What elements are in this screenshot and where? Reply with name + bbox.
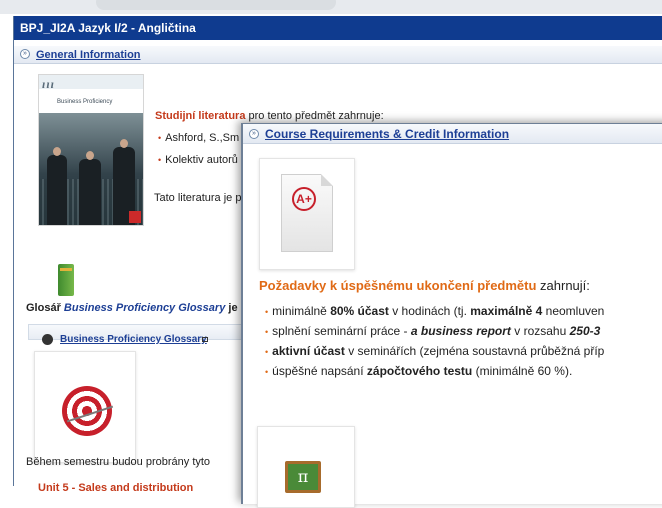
requirements-heading-rest: zahrnují: [536,278,590,293]
bullet-icon: • [265,367,269,377]
book-person-head [53,147,61,156]
globe-icon [42,334,53,345]
requirement-emphasis: maximálně 4 [470,304,543,318]
requirement-text: splnění seminární práce - [272,324,411,338]
requirement-item: • minimálně 80% účast v hodinách (tj. max… [265,304,604,318]
green-book-icon [58,264,74,296]
requirement-item: • splnění seminární práce - a business re… [265,324,600,338]
book-cover-image: ııı Business Proficiency [38,74,144,226]
grade-a-plus-icon: A+ [292,187,316,211]
collapse-icon[interactable]: » [249,129,259,139]
book-person-head [120,139,128,148]
book-person [47,155,67,225]
requirement-text: úspěšné napsání [272,364,367,378]
requirement-emphasis: 250-3 [569,324,601,338]
course-requirements-link[interactable]: Course Requirements & Credit Information [265,127,509,141]
glossary-prefix: Glosář [26,302,64,314]
collapse-icon[interactable]: » [20,49,30,59]
requirement-item: • aktivní účast v seminářích (zejména sou… [265,344,604,358]
target-icon [62,386,112,436]
requirement-emphasis: a business report [410,324,511,338]
requirement-text: minimálně [272,304,331,318]
external-link-icon[interactable] [202,337,208,342]
document-icon: A+ [281,174,333,252]
book-title: Business Proficiency [57,99,113,105]
glossary-sentence: Glosář Business Proficiency Glossary je [26,302,238,314]
requirement-text: neomluven [542,304,605,318]
bullet-icon: • [265,307,269,317]
bullet-icon: • [158,133,162,143]
glossary-name: Business Proficiency Glossary [63,302,226,314]
background-window-strip [0,0,662,14]
study-literature-intro: Studijní literatura pro tento předmět za… [155,110,384,122]
literature-item-text: Ashford, S.,Sm [165,132,240,144]
general-information-header[interactable]: » General Information [14,46,662,64]
book-person [79,159,101,225]
pi-chalkboard-icon: π [285,461,321,493]
book-logo: ııı [42,77,56,91]
requirement-text: (minimálně 60 %). [472,364,573,378]
requirements-heading-bold: Požadavky k úspěšnému ukončení předmětu [259,278,537,293]
glossary-link[interactable]: Business Proficiency Glossary [60,334,207,345]
book-photo [39,113,143,225]
study-literature-label: Studijní literatura [155,110,246,122]
book-publisher-mark [129,211,141,223]
document-fold [321,174,333,186]
window-title: BPJ_JI2A Jazyk I/2 - Angličtina [14,16,662,40]
literature-note: Tato literatura je pr [154,192,246,204]
requirement-emphasis: zápočtového testu [366,364,473,378]
requirement-text: v hodinách (tj. [388,304,471,318]
book-person-head [86,151,94,160]
requirement-emphasis: 80% účast [330,304,389,318]
semester-topics-text: Během semestru budou probrány tyto [26,456,211,468]
study-literature-rest: pro tento předmět zahrnuje: [245,110,384,122]
course-requirements-header[interactable]: » Course Requirements & Credit Informati… [243,124,662,144]
requirement-text: v rozsahu [510,324,570,338]
requirement-item: • úspěšné napsání zápočtového testu (mini… [265,364,572,378]
course-requirements-panel: » Course Requirements & Credit Informati… [241,123,662,508]
literature-item: • Ashford, S.,Sm [158,132,239,144]
bullet-icon: • [265,347,269,357]
bullet-icon: • [265,327,269,337]
general-information-link[interactable]: General Information [36,49,141,61]
requirement-text: v seminářích (zejména soustavná průběžná… [344,344,605,358]
requirements-heading: Požadavky k úspěšnému ukončení předmětu … [259,278,590,293]
literature-item: • Kolektiv autorů [158,154,238,166]
background-window-ghost [96,0,336,10]
glossary-suffix: je [225,302,238,314]
requirement-emphasis: aktivní účast [272,344,345,358]
unit-heading: Unit 5 - Sales and distribution [38,482,194,494]
bullet-icon: • [158,155,162,165]
literature-item-text: Kolektiv autorů [165,154,238,166]
